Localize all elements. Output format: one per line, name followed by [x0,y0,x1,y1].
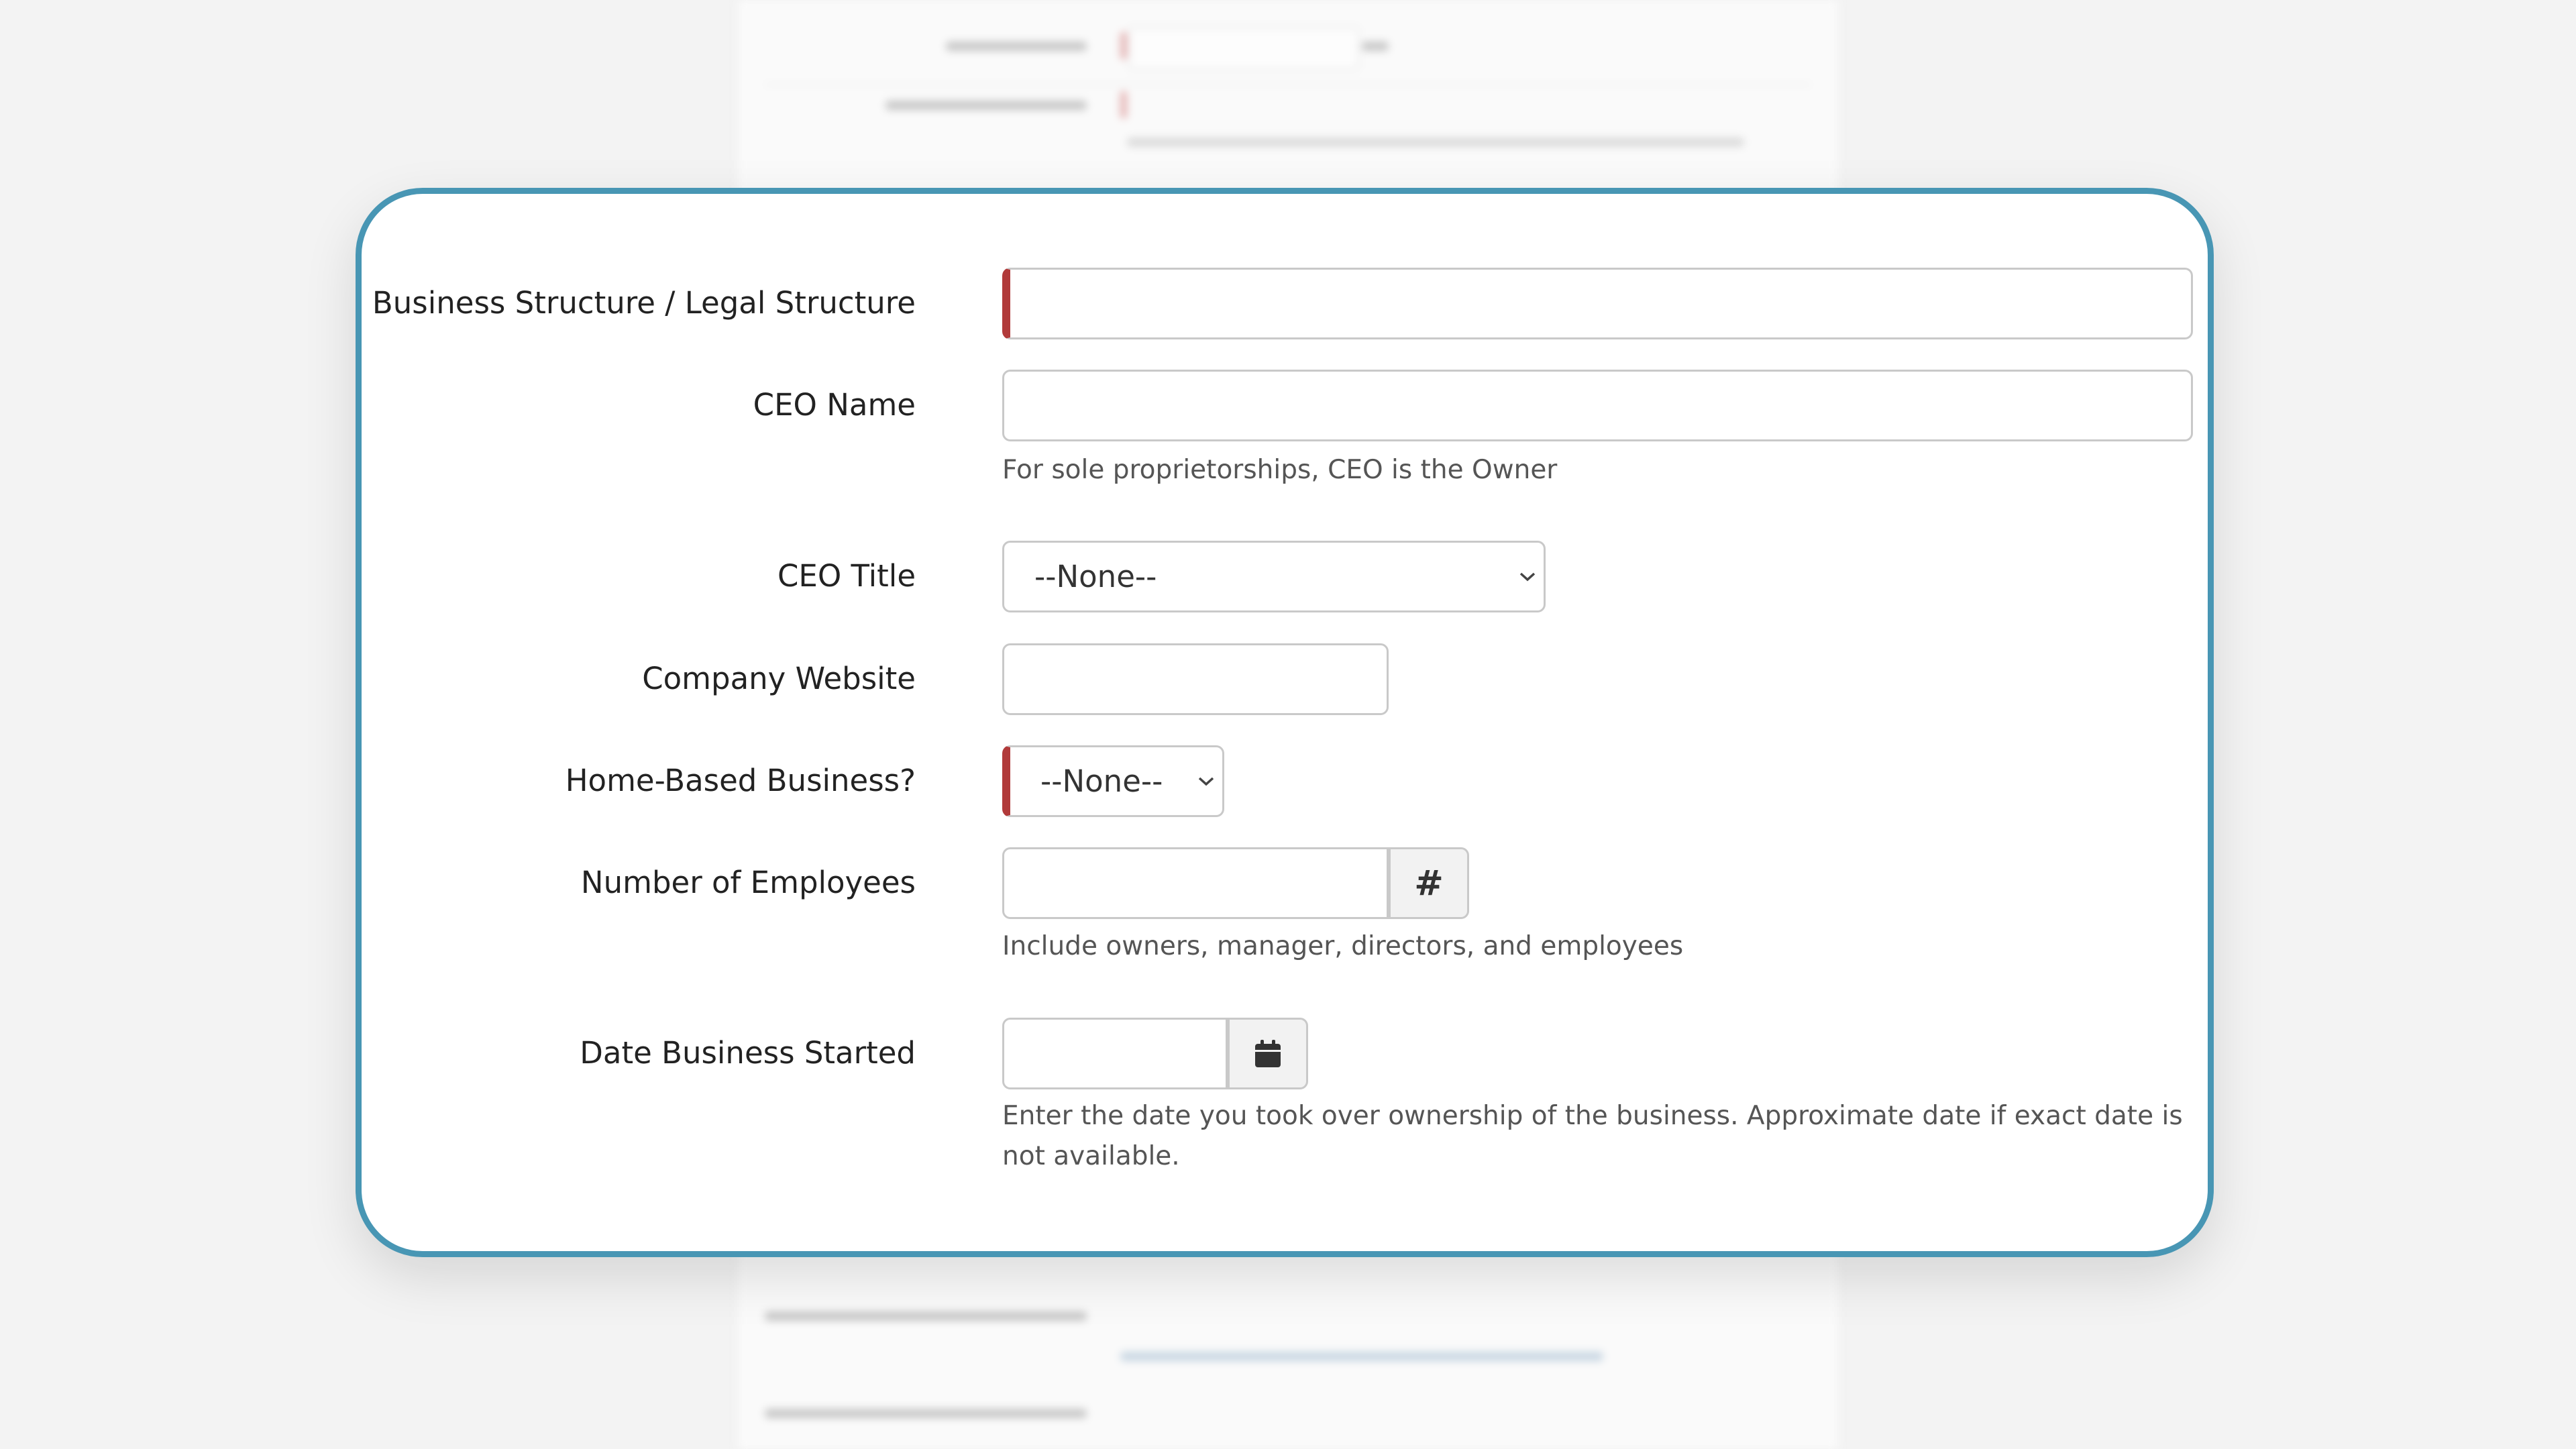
bg-required-marker [1120,32,1127,59]
home-based-business-selected: --None-- [1040,763,1163,799]
calendar-button[interactable] [1228,1018,1308,1089]
ceo-name-input[interactable] [1002,370,2193,441]
ceo-name-label: CEO Name [753,387,916,423]
business-structure-input[interactable] [1002,268,2193,339]
ceo-title-label: CEO Title [777,558,916,594]
number-of-employees-input[interactable]: # [1002,847,1469,919]
calendar-icon [1255,1039,1281,1067]
form-card: Business Structure / Legal Structure CEO… [356,188,2214,1257]
bg-label [765,1409,1087,1418]
ceo-title-select[interactable]: --None-- [1002,541,1546,612]
bg-icon [1362,42,1389,51]
bg-input [1128,27,1359,70]
date-business-started-label: Date Business Started [580,1035,916,1071]
bg-label [946,42,1087,51]
number-of-employees-help: Include owners, manager, directors, and … [1002,931,1684,961]
company-website-input[interactable] [1002,643,1389,715]
company-website-label: Company Website [642,661,916,696]
bg-divider [765,84,1811,85]
chevron-down-icon [1198,777,1214,786]
bg-help [1120,1352,1603,1361]
bg-label [765,1311,1087,1321]
date-business-started-help: Enter the date you took over ownership o… [1002,1101,2183,1171]
chevron-down-icon [1519,572,1536,581]
home-based-business-label: Home-Based Business? [565,763,916,798]
home-based-business-select[interactable]: --None-- [1002,745,1224,817]
bg-help [1127,138,1744,147]
date-business-started-input[interactable] [1002,1018,1308,1089]
bg-label [885,101,1087,110]
business-structure-label: Business Structure / Legal Structure [372,285,916,321]
hash-addon: # [1389,847,1469,919]
bg-required-marker [1120,91,1127,118]
ceo-title-selected: --None-- [1034,559,1157,594]
number-of-employees-label: Number of Employees [580,865,916,900]
ceo-name-help: For sole proprietorships, CEO is the Own… [1002,455,1558,485]
